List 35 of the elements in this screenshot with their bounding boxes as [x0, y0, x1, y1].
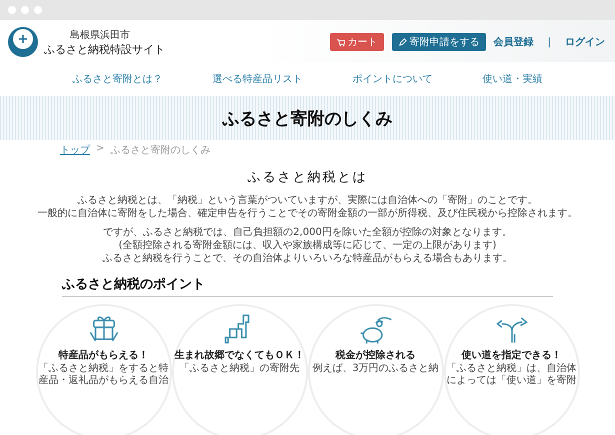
register-link[interactable]: 会員登録	[494, 35, 534, 49]
logo-icon[interactable]	[8, 27, 38, 57]
nav-link[interactable]: ポイントについて	[352, 72, 432, 86]
nav-link[interactable]: 使い道・実績	[482, 72, 542, 86]
section-heading: ふるさと納税とは	[246, 169, 368, 186]
point-text: 「ふるさと納税」は、自治体	[446, 363, 576, 374]
city-name: 島根県浜田市	[70, 28, 130, 42]
point-text: 例えば、3万円のふるさと納	[312, 363, 439, 375]
point-text: 「ふるさと納税」をすると特	[38, 363, 168, 374]
donate-button[interactable]: 寄附申請をする	[392, 33, 486, 51]
paragraph-line: ですが、ふるさと納税では、自己負担額の2,000円を除いた全額が控除の対象となります。	[102, 226, 512, 239]
site-title[interactable]: ふるさと納税特設サイト	[44, 42, 165, 56]
paragraph-line: (全額控除される寄附金額には、収入や家族構成等に応じて、一定の上限があります)	[118, 239, 498, 252]
point-title: 生まれ故郷でなくてもＯＫ！	[174, 348, 304, 362]
point-title: 税金が控除される	[336, 348, 416, 362]
point-text: 「ふるさと納税」の寄附先	[180, 363, 300, 375]
point-text: 産品・返礼品がもらえる自治	[38, 375, 168, 387]
cart-icon	[336, 38, 345, 46]
login-link[interactable]: ログイン	[565, 35, 605, 49]
paragraph-line: ふるさと納税を行うことで、その自治体よりいろいろな特産品がもらえる場合もあります。	[102, 252, 512, 265]
point-title: 使い道を指定できる！	[462, 348, 562, 362]
paragraph-line: 一般的に自治体に寄附をした場合、確定申告を行うことでその寄附金額の一部が所得税、及び住民税から控除されます。	[38, 207, 578, 220]
breadcrumb-separator: >	[96, 143, 104, 156]
nav-link[interactable]: 選べる特産品リスト	[212, 72, 302, 86]
point-text: によっては「使い道」を寄附	[446, 375, 576, 387]
pen-icon	[398, 38, 407, 46]
separator: |	[546, 36, 552, 48]
breadcrumb-link[interactable]: トップ	[60, 143, 90, 157]
section-heading: ふるさと納税のポイント	[62, 275, 553, 297]
page-title: ふるさと寄附のしくみ	[222, 108, 392, 130]
point-title: 特産品がもらえる！	[58, 348, 148, 362]
breadcrumb-current: ふるさと寄附のしくみ	[110, 144, 210, 157]
nav-link[interactable]: ふるさと寄附とは？	[72, 72, 162, 86]
paragraph-line: ふるさと納税とは、「納税」という言葉がついていますが、実際には自治体への「寄附」のことです。	[76, 194, 538, 207]
cart-button[interactable]: カート	[330, 33, 384, 51]
